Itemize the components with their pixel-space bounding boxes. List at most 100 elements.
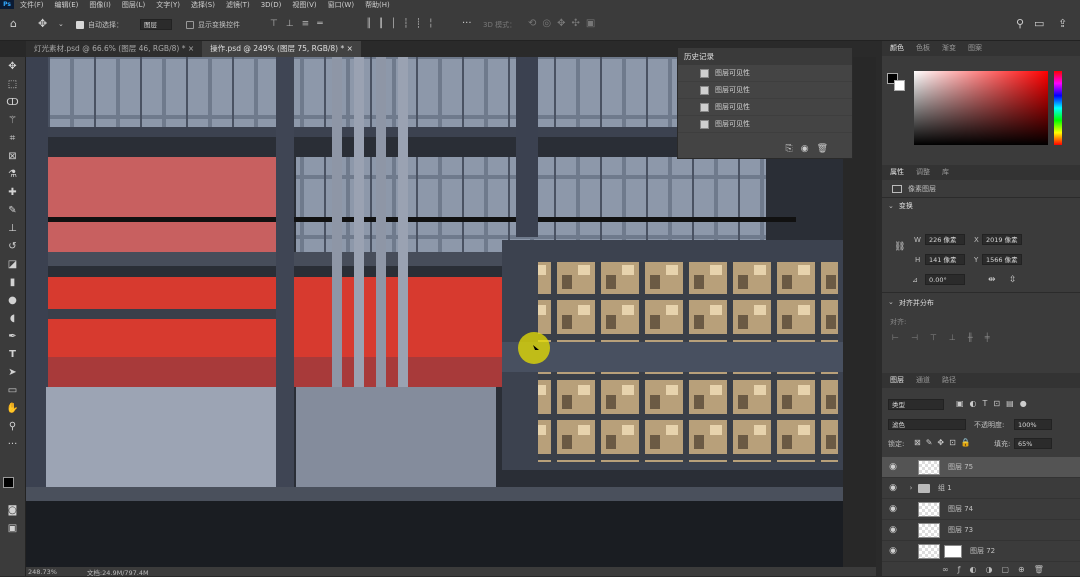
layer-filter-dropdown[interactable]: 类型 (888, 399, 944, 410)
history-item[interactable]: 图层可见性 (678, 82, 852, 99)
tab-swatches[interactable]: 色板 (916, 41, 930, 56)
layer-row-73[interactable]: ◉ 图层 73 (882, 520, 1080, 541)
tab-lighting-psd[interactable]: 灯光素材.psd @ 66.6% (图层 46, RGB/8) * × (26, 41, 203, 57)
auto-select-dropdown[interactable]: 图层 (140, 19, 172, 30)
type-tool-icon[interactable]: T (4, 347, 21, 362)
visibility-eye-icon[interactable]: ◉ (882, 462, 904, 472)
transform-header[interactable]: ⌄ 变换 (882, 198, 1080, 214)
brush-tool-icon[interactable]: ✎ (4, 203, 21, 218)
layer-row-74[interactable]: ◉ 图层 74 (882, 499, 1080, 520)
lock-icons[interactable]: ⊠✎✥⊡🔒 (914, 438, 976, 447)
fill-input[interactable]: 65% (1014, 438, 1052, 449)
tab-channels[interactable]: 通道 (916, 373, 930, 388)
tab-adjustments[interactable]: 调整 (916, 165, 930, 180)
hue-slider[interactable] (1054, 71, 1062, 145)
align-header[interactable]: ⌄ 对齐并分布 (888, 298, 934, 308)
history-brush-icon[interactable]: ↺ (4, 239, 21, 254)
menu-item-4[interactable]: 文字(Y) (156, 0, 180, 9)
more-options-icon[interactable]: ··· (462, 18, 472, 29)
blur-tool-icon[interactable]: ● (4, 293, 21, 308)
angle-input[interactable]: 0.00° (925, 274, 965, 285)
tab-operation-psd[interactable]: 操作.psd @ 249% (图层 75, RGB/8) * × (202, 41, 361, 57)
layer-filter-icons[interactable]: ▣◐T⊡▤● (956, 399, 1033, 408)
menu-item-7[interactable]: 3D(D) (261, 1, 282, 9)
lasso-tool-icon[interactable]: ↀ (4, 95, 21, 110)
pen-tool-icon[interactable]: ✒ (4, 329, 21, 344)
menu-item-1[interactable]: 编辑(E) (55, 0, 79, 9)
x-input[interactable]: 2019 像素 (982, 234, 1022, 245)
hand-tool-icon[interactable]: ✋ (4, 401, 21, 416)
eyedropper-icon[interactable]: ⚗ (4, 167, 21, 182)
foreground-color-swatch[interactable] (3, 477, 14, 488)
height-input[interactable]: 141 像素 (925, 254, 965, 265)
dodge-tool-icon[interactable]: ◖ (4, 311, 21, 326)
history-item[interactable]: 图层可见性 (678, 65, 852, 82)
layer-row-group-1[interactable]: ◉ › 组 1 (882, 478, 1080, 499)
zoom-tool-icon[interactable]: ⚲ (4, 419, 21, 434)
layer-actions[interactable]: ∞ƒ◐◑▢⊕🗑 (942, 565, 1053, 574)
y-input[interactable]: 1566 像素 (982, 254, 1022, 265)
close-icon[interactable]: × (188, 44, 194, 53)
workspace-icon[interactable]: ▭ (1034, 18, 1044, 29)
menu-item-0[interactable]: 文件(F) (20, 0, 44, 9)
menu-item-5[interactable]: 选择(S) (191, 0, 215, 9)
close-icon[interactable]: × (347, 44, 353, 53)
menu-item-10[interactable]: 帮助(H) (365, 0, 390, 9)
flip-horizontal-icon[interactable]: ⇹ (988, 275, 996, 286)
color-field[interactable] (914, 71, 1048, 145)
menu-item-6[interactable]: 滤镜(T) (226, 0, 250, 9)
menu-item-2[interactable]: 图像(I) (89, 0, 111, 9)
quick-mask-icon[interactable]: ◙ (4, 503, 21, 518)
zoom-level[interactable]: 248.73% (28, 568, 57, 576)
tab-color[interactable]: 颜色 (890, 41, 904, 56)
search-icon[interactable]: ⚲ (1016, 18, 1024, 29)
history-item[interactable]: 图层可见性 (678, 99, 852, 116)
background-swatch[interactable] (894, 80, 905, 91)
gradient-tool-icon[interactable]: ▮ (4, 275, 21, 290)
marquee-tool-icon[interactable]: ⬚ (4, 77, 21, 92)
magic-wand-icon[interactable]: ⚚ (4, 113, 21, 128)
eraser-tool-icon[interactable]: ◪ (4, 257, 21, 272)
share-icon[interactable]: ⇪ (1058, 18, 1067, 29)
tab-layers[interactable]: 图层 (890, 373, 904, 388)
align-buttons-group[interactable]: ⊤⊥≡═ (270, 19, 331, 29)
flip-vertical-icon[interactable]: ⇳ (1009, 275, 1017, 286)
path-select-icon[interactable]: ➤ (4, 365, 21, 380)
width-input[interactable]: 226 像素 (925, 234, 965, 245)
menu-item-8[interactable]: 视图(V) (292, 0, 316, 9)
tab-patterns[interactable]: 图案 (968, 41, 982, 56)
chevron-down-icon[interactable]: ⌄ (58, 19, 64, 30)
tab-paths[interactable]: 路径 (942, 373, 956, 388)
layer-row-72[interactable]: ◉ 图层 72 (882, 541, 1080, 562)
edit-toolbar-icon[interactable]: ··· (4, 437, 21, 452)
3d-mode-icons[interactable]: ⟲◎✥✣▣ (528, 18, 601, 29)
opacity-input[interactable]: 100% (1014, 419, 1052, 430)
menu-item-9[interactable]: 窗口(W) (328, 0, 354, 9)
history-item[interactable]: 图层可见性 (678, 116, 852, 133)
tab-properties[interactable]: 属性 (890, 165, 904, 180)
distribute-buttons-group[interactable]: ║┃│┆┊╎ (366, 19, 441, 29)
layer-mask-thumbnail[interactable] (944, 544, 962, 558)
healing-brush-icon[interactable]: ✚ (4, 185, 21, 200)
layer-row-75[interactable]: ◉ 图层 75 (882, 457, 1080, 478)
menu-item-3[interactable]: 图层(L) (122, 0, 145, 9)
frame-tool-icon[interactable]: ⊠ (4, 149, 21, 164)
transform-controls-checkbox[interactable] (186, 21, 194, 29)
auto-select-checkbox[interactable] (76, 21, 84, 29)
move-tool-icon[interactable]: ✥ (38, 18, 47, 29)
visibility-eye-icon[interactable]: ◉ (882, 483, 904, 493)
align-icons[interactable]: ⊢⊣⊤⊥╫╪ (892, 333, 1002, 342)
clone-stamp-icon[interactable]: ⊥ (4, 221, 21, 236)
tab-gradients[interactable]: 渐变 (942, 41, 956, 56)
visibility-eye-icon[interactable]: ◉ (882, 504, 904, 514)
blend-mode-dropdown[interactable]: 滤色 (888, 419, 966, 430)
history-actions[interactable]: ⎘◉🗑 (786, 144, 836, 154)
move-tool-icon[interactable]: ✥ (4, 59, 21, 74)
screen-mode-icon[interactable]: ▣ (4, 521, 21, 536)
crop-tool-icon[interactable]: ⌗ (4, 131, 21, 146)
home-icon[interactable]: ⌂ (10, 18, 17, 29)
visibility-eye-icon[interactable]: ◉ (882, 525, 904, 535)
visibility-eye-icon[interactable]: ◉ (882, 546, 904, 556)
rectangle-tool-icon[interactable]: ▭ (4, 383, 21, 398)
chevron-right-icon[interactable]: › (904, 484, 918, 492)
